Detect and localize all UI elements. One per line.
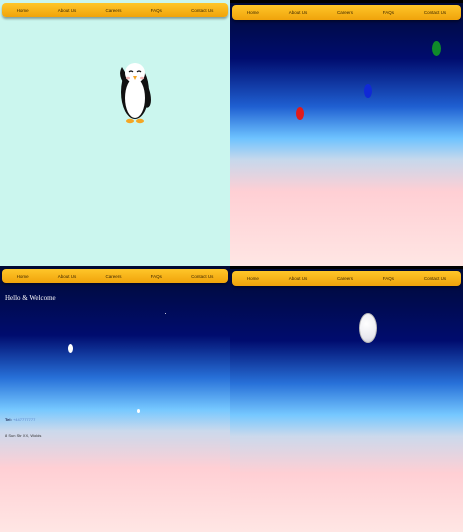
nav-about[interactable]: About Us	[58, 8, 77, 13]
nav-bar: Home About Us Careers FAQs Contact Us	[2, 269, 228, 283]
balloon-white-large[interactable]	[359, 313, 377, 343]
address: 8 Sun Str XX, Wolds	[5, 433, 42, 438]
panel-welcome: Home About Us Careers FAQs Contact Us He…	[0, 266, 230, 532]
penguin-icon	[120, 63, 151, 124]
nav-about[interactable]: About Us	[289, 276, 308, 281]
balloon-blue[interactable]	[364, 84, 372, 98]
nav-about[interactable]: About Us	[58, 274, 77, 279]
nav-bar: Home About Us Careers FAQs Contact Us	[2, 3, 228, 17]
nav-faqs[interactable]: FAQs	[151, 8, 162, 13]
nav-bar: Home About Us Careers FAQs Contact Us	[232, 271, 461, 286]
panel-penguin: Home About Us Careers FAQs Contact Us	[0, 0, 230, 266]
panel-balloons: Home About Us Careers FAQs Contact Us	[230, 0, 463, 266]
nav-about[interactable]: About Us	[289, 10, 308, 15]
nav-careers[interactable]: Careers	[105, 8, 121, 13]
top-strip	[230, 266, 463, 269]
phone-label: Tel:	[5, 417, 12, 422]
nav-faqs[interactable]: FAQs	[383, 10, 394, 15]
balloon-green[interactable]	[432, 41, 441, 56]
nav-careers[interactable]: Careers	[337, 276, 353, 281]
nav-contact[interactable]: Contact Us	[424, 10, 446, 15]
nav-faqs[interactable]: FAQs	[383, 276, 394, 281]
nav-contact[interactable]: Contact Us	[191, 8, 213, 13]
nav-home[interactable]: Home	[17, 8, 29, 13]
nav-careers[interactable]: Careers	[105, 274, 121, 279]
nav-bar: Home About Us Careers FAQs Contact Us	[232, 5, 461, 20]
phone-line: Tel: +447777777	[5, 417, 35, 422]
star-dot	[137, 409, 140, 413]
nav-careers[interactable]: Careers	[337, 10, 353, 15]
star-dot-small	[165, 313, 166, 314]
nav-home[interactable]: Home	[17, 274, 29, 279]
top-strip	[230, 0, 463, 3]
nav-home[interactable]: Home	[247, 276, 259, 281]
nav-home[interactable]: Home	[247, 10, 259, 15]
balloon-red[interactable]	[296, 107, 304, 120]
nav-contact[interactable]: Contact Us	[424, 276, 446, 281]
nav-faqs[interactable]: FAQs	[151, 274, 162, 279]
nav-contact[interactable]: Contact Us	[191, 274, 213, 279]
panel-moon: Home About Us Careers FAQs Contact Us	[230, 266, 463, 532]
balloon-white[interactable]	[68, 344, 73, 353]
welcome-heading: Hello & Welcome	[5, 294, 56, 302]
phone-link[interactable]: +447777777	[13, 417, 35, 422]
